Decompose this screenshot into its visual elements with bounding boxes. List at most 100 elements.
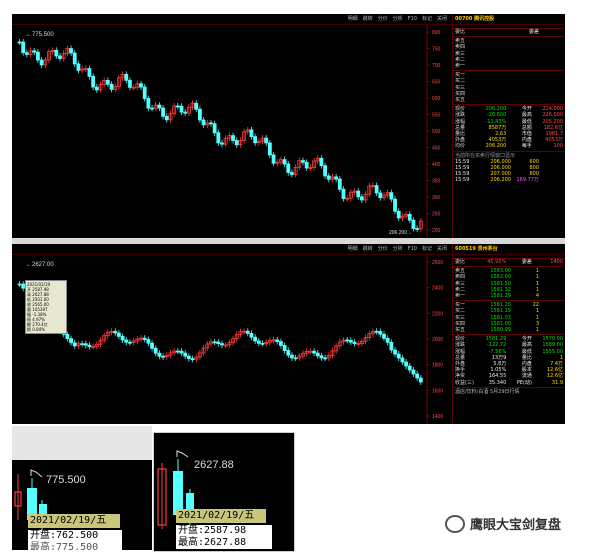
candle-body (58, 55, 62, 59)
candle-body (337, 178, 342, 190)
candle-body (264, 137, 269, 144)
candle-body (183, 111, 188, 114)
candle-body (304, 161, 309, 169)
toolbar-item[interactable]: 标记 (422, 244, 432, 254)
mid-kline-chart[interactable]: 2600 2400 2200 2000 1800 1600 1400 ←2627.00 (12, 254, 453, 424)
candle-body (411, 369, 416, 375)
y-tick-label: 2400 (432, 286, 443, 292)
candle-body (282, 159, 287, 165)
toolbar-item[interactable]: 分价 (378, 244, 388, 254)
peak-label: ←2627.00 (26, 262, 54, 268)
mid-chart-panel: 明细 跳转 分价 分析 F10 标记 关闭 2600 2400 2200 2000 18… (12, 244, 565, 424)
quote-separator (453, 150, 565, 152)
candle-body (319, 157, 324, 167)
quote-cell: 45.95% (487, 259, 507, 265)
quote-cell: 4 (535, 293, 539, 300)
candle-body (65, 334, 70, 340)
candle-body (94, 86, 99, 91)
toolbar-item[interactable]: 明细 (348, 244, 358, 254)
candle-body (352, 341, 357, 344)
candle-body (69, 338, 73, 344)
candle-body (267, 142, 272, 156)
candle-body (249, 332, 254, 338)
candle-body (186, 355, 191, 360)
toolbar-item[interactable]: 关闭 (437, 14, 447, 24)
quote-cell: 委差 (528, 29, 539, 35)
toolbar-item[interactable]: 跳转 (363, 244, 373, 254)
y-tick-label: 1400 (432, 414, 443, 420)
candle-body (282, 345, 287, 351)
quote-row: 买五 (453, 97, 565, 103)
quote-row: 买五 1580.99 1 (453, 327, 565, 333)
candle-body (212, 123, 217, 134)
candle-body (83, 343, 88, 346)
candle-body (120, 335, 125, 341)
quote-cell: 35.340 (488, 379, 507, 386)
top-kline-chart[interactable]: 800 750 700 650 600 550 500 450 400 350 300 250 200 ←… (12, 24, 453, 238)
y-tick-label: 650 (432, 80, 441, 86)
toolbar-item[interactable]: 分析 (393, 244, 403, 254)
candle-body (378, 192, 383, 199)
candle-body (256, 340, 261, 344)
candle-body (382, 333, 386, 339)
y-tick-label: 1600 (432, 388, 443, 394)
toolbar-item[interactable]: F10 (408, 14, 417, 24)
quote-cell: 169.77万 (516, 177, 540, 184)
quote-separator (453, 334, 565, 336)
zoom-right-peak: 2627.88 (194, 459, 234, 471)
candle-body (150, 342, 154, 349)
y-tick-label: 350 (432, 179, 441, 185)
candle-body (290, 354, 294, 359)
toolbar-item[interactable]: 分析 (393, 14, 403, 24)
candle-body (17, 41, 22, 44)
quote-cell: 1 (535, 327, 539, 334)
quote-separator (453, 36, 565, 38)
toolbar-item[interactable]: 跳转 (363, 14, 373, 24)
wechat-icon (445, 514, 465, 533)
quote-cell (477, 97, 511, 103)
top-chart-panel: 明细 跳转 分价 分析 F10 标记 关闭 800 750 700 650 600 550… (12, 14, 565, 238)
quote-cell: 委差 (521, 259, 532, 265)
candle-body (348, 339, 353, 343)
candle-body (24, 52, 29, 55)
quote-cell: 1580.99 (490, 327, 511, 334)
candle-body (356, 190, 361, 198)
y-tick-label: 550 (432, 113, 441, 119)
candle-body (209, 122, 213, 125)
toolbar-item[interactable]: F10 (408, 244, 417, 254)
y-tick-label: 2600 (432, 260, 443, 266)
candle-body (72, 52, 77, 65)
candle-body (21, 41, 26, 54)
candle-body (179, 350, 184, 354)
candle-body (404, 361, 408, 367)
toolbar-item[interactable]: 标记 (422, 14, 432, 24)
mid-quote-panel: 600519 贵州茅台 委比 45.95% 委差 1400 卖五 1583.00 1 卖四 15… (452, 244, 565, 424)
candle-body (128, 79, 132, 88)
candle-body (334, 176, 339, 180)
candle-body (161, 107, 165, 117)
mid-stock-name: 600519 贵州茅台 (453, 244, 565, 259)
candle-body (260, 342, 265, 345)
candle-body (301, 160, 305, 163)
toolbar-item[interactable]: 关闭 (437, 244, 447, 254)
candle-body (393, 349, 397, 355)
price-info-box: 2021/02/19 开 2587.98 高 2627.88 低 2501.00… (25, 280, 67, 334)
candle-body (72, 342, 77, 347)
top-quote-panel: 00700 腾讯控股 委比 委差 卖五 卖四 卖三 卖二 卖一 买一 买二 买三 买四 买五 现价 206… (452, 14, 565, 238)
toolbar-item[interactable]: 明细 (348, 14, 358, 24)
y-tick-label: 2000 (432, 337, 443, 343)
candle-body (157, 104, 162, 109)
candle-body (293, 357, 298, 360)
candle-body (76, 63, 81, 71)
toolbar-item[interactable]: 分价 (378, 14, 388, 24)
candle-body (385, 337, 390, 343)
candle-body (194, 102, 199, 110)
y-tick-label: 250 (432, 212, 441, 218)
candle-body (105, 80, 110, 85)
candle-body (271, 154, 276, 164)
zoom-right-high: 最高:2627.88 (176, 537, 272, 549)
zoom-left-high: 最高:775.500 (28, 542, 122, 550)
candle-body (345, 339, 350, 342)
candle-body (415, 228, 420, 230)
quote-cell: 买五 (455, 327, 466, 334)
